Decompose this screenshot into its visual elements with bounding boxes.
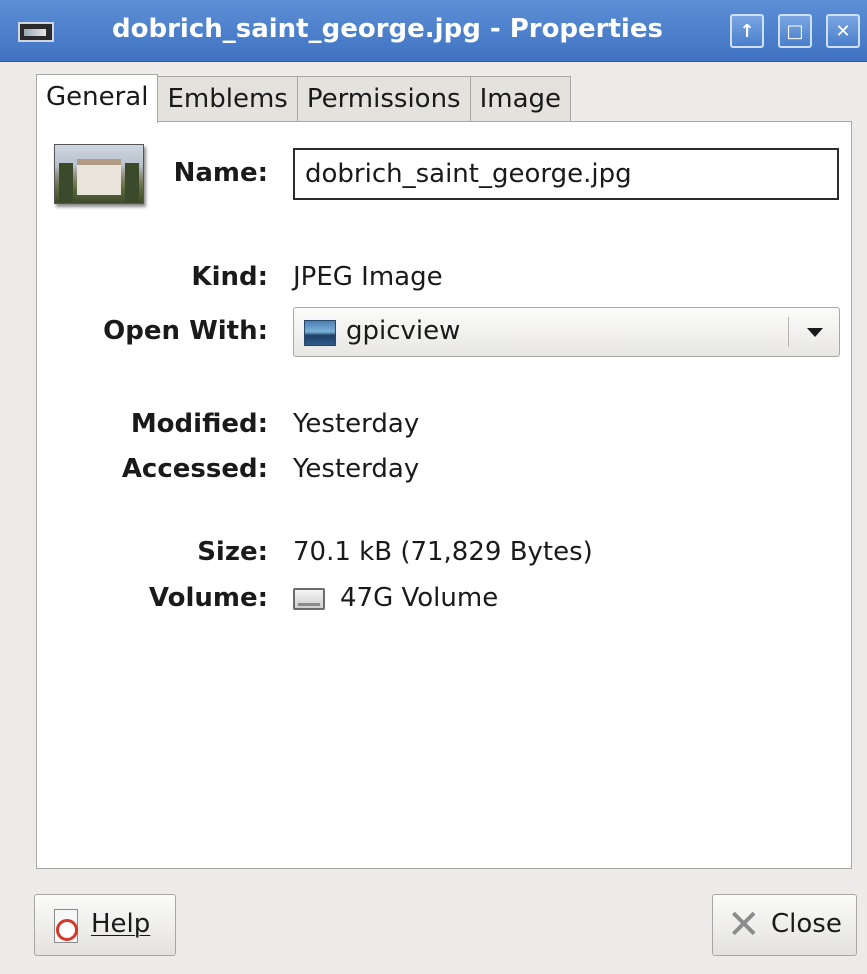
accessed-label: Accessed:: [121, 454, 268, 484]
name-label: Name:: [173, 158, 268, 188]
tab-bar: General Emblems Permissions Image: [36, 74, 572, 123]
open-with-value: gpicview: [346, 316, 461, 346]
drive-icon: [293, 588, 325, 610]
chevron-down-icon: [807, 328, 823, 337]
tab-general[interactable]: General: [36, 74, 159, 123]
help-button[interactable]: Help: [34, 894, 176, 956]
shade-button[interactable]: ↑: [730, 14, 764, 48]
gpicview-icon: [304, 320, 336, 346]
title-bar[interactable]: dobrich_saint_george.jpg - Properties ↑ …: [0, 0, 867, 62]
kind-value: JPEG Image: [293, 262, 443, 292]
modified-value: Yesterday: [293, 409, 420, 439]
general-panel: [36, 121, 852, 869]
tab-image[interactable]: Image: [470, 76, 572, 122]
size-label: Size:: [197, 537, 268, 567]
kind-label: Kind:: [191, 262, 268, 292]
help-icon: [54, 909, 78, 943]
dropdown-separator: [788, 317, 789, 347]
open-with-label: Open With:: [103, 316, 268, 346]
volume-value: 47G Volume: [340, 583, 499, 613]
window-title: dobrich_saint_george.jpg - Properties: [112, 14, 663, 44]
close-icon: ✕: [727, 902, 761, 948]
size-value: 70.1 kB (71,829 Bytes): [293, 537, 593, 567]
accessed-value: Yesterday: [293, 454, 420, 484]
image-file-icon: [18, 22, 54, 42]
close-button-label: Close: [771, 909, 842, 939]
open-with-dropdown[interactable]: gpicview: [293, 307, 840, 357]
name-field[interactable]: [293, 148, 839, 200]
close-window-button[interactable]: ✕: [826, 14, 860, 48]
tab-permissions[interactable]: Permissions: [297, 76, 471, 122]
modified-label: Modified:: [130, 409, 268, 439]
properties-window: dobrich_saint_george.jpg - Properties ↑ …: [0, 0, 867, 974]
volume-label: Volume:: [148, 583, 268, 613]
tab-emblems[interactable]: Emblems: [158, 76, 298, 122]
close-button[interactable]: ✕ Close: [712, 894, 857, 956]
maximize-button[interactable]: □: [778, 14, 812, 48]
help-button-label: Help: [91, 909, 151, 939]
